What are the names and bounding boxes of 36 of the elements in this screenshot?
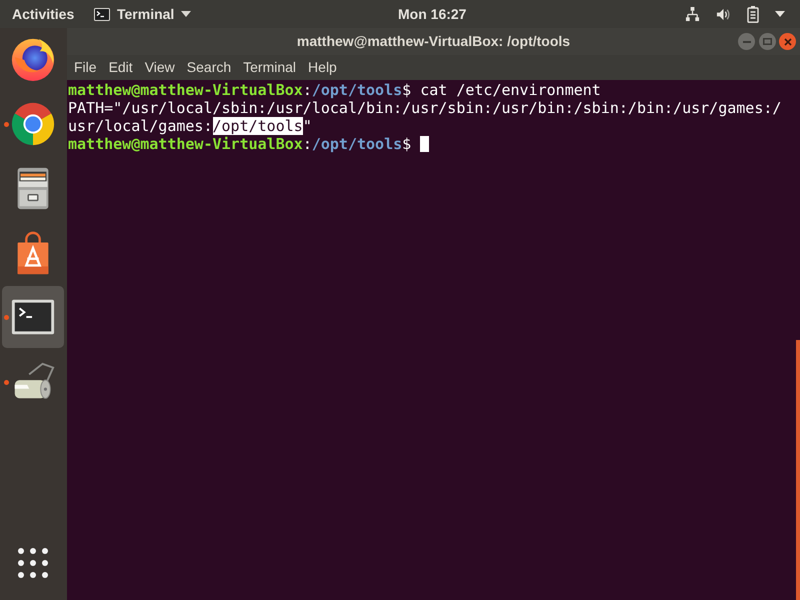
- tricolor-ring-icon: [10, 100, 56, 146]
- app-grid-icon: [18, 548, 48, 578]
- terminal-text: usr/local/games:: [68, 117, 212, 135]
- terminal-icon: [94, 8, 110, 20]
- maximize-icon: [762, 38, 772, 45]
- menu-item[interactable]: Edit: [102, 55, 139, 80]
- terminal-text: ": [302, 117, 312, 135]
- minimize-icon: [742, 40, 750, 42]
- terminal-text: PATH="/usr/local/sbin:/usr/local/bin:/usr/sbin:/usr/bin:/sbin:/bin:/usr/games:/: [68, 99, 782, 117]
- menu-item[interactable]: File: [68, 55, 103, 80]
- terminal-text: :: [302, 135, 312, 153]
- network-icon[interactable]: [685, 6, 700, 22]
- prompt-user-host: matthew@matthew-VirtualBox: [68, 81, 303, 99]
- battery-icon[interactable]: [747, 6, 759, 22]
- app-menu-button[interactable]: Terminal: [94, 0, 192, 28]
- activities-button[interactable]: Activities: [0, 0, 94, 28]
- prompt-path: /opt/tools: [312, 135, 402, 153]
- window-title: matthew@matthew-VirtualBox: /opt/tools: [296, 32, 570, 51]
- caret-icon[interactable]: [775, 11, 785, 17]
- dock-item[interactable]: [2, 286, 64, 348]
- prompt-user-host: matthew@matthew-VirtualBox: [68, 135, 303, 153]
- menu-item[interactable]: View: [138, 55, 181, 80]
- clock-button[interactable]: Mon 16:27: [398, 0, 466, 28]
- menu-item[interactable]: Terminal: [237, 55, 302, 80]
- selected-text: /opt/tools: [212, 117, 303, 135]
- close-button[interactable]: [779, 33, 796, 50]
- terminal-text: :: [302, 81, 312, 99]
- terminal-text: $ cat /etc/environment: [402, 81, 601, 99]
- close-icon: [784, 38, 792, 46]
- volume-icon[interactable]: [716, 6, 731, 22]
- prompt-path: /opt/tools: [312, 81, 402, 99]
- fox-globe-icon: [10, 36, 56, 82]
- terminal-text: $: [402, 135, 412, 153]
- menu-item[interactable]: Search: [180, 55, 238, 80]
- caret-icon: [181, 11, 192, 17]
- menu-item[interactable]: Help: [302, 55, 343, 80]
